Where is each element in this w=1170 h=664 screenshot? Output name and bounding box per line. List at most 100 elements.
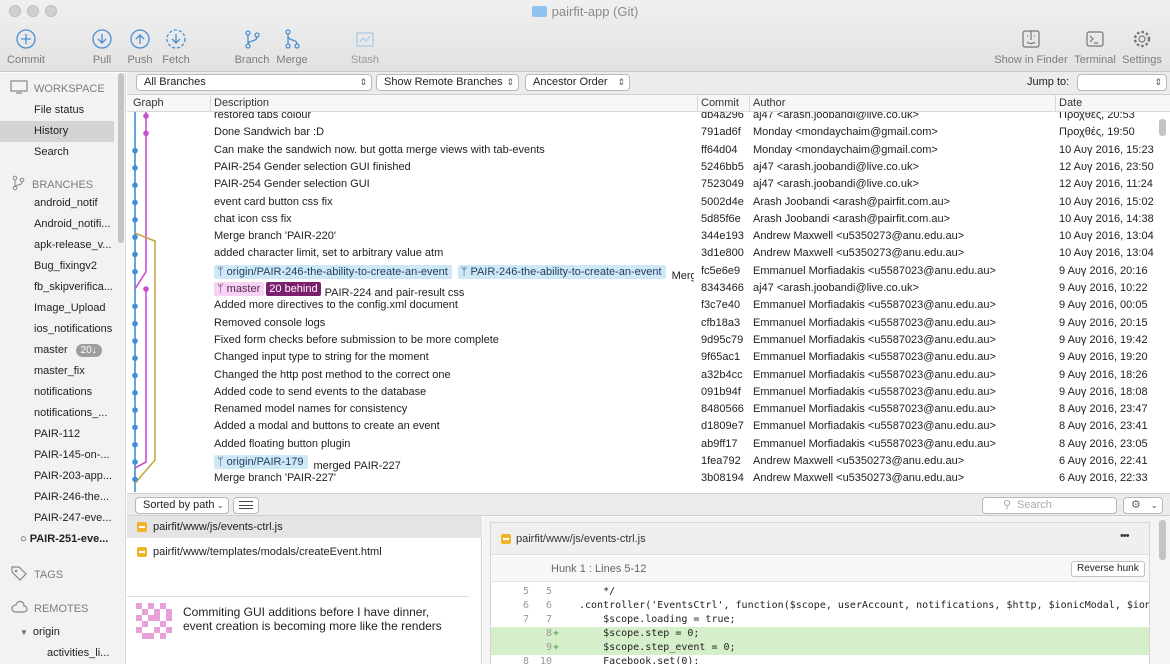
commit-date: 10 Αυγ 2016, 15:02 <box>1059 195 1154 208</box>
sidebar-item-file-status[interactable]: File status <box>34 104 118 116</box>
branch-filter-select[interactable]: All Branches ⇕ <box>136 74 372 91</box>
commit-row[interactable]: Added code to send events to the databas… <box>127 384 1157 401</box>
diff-context-line[interactable]: 8 10 Facebook.set(0); <box>491 655 1149 664</box>
sidebar-branch-item[interactable]: android_notif <box>34 197 118 209</box>
actions-menu-button[interactable]: ⚙ ⌄ <box>1123 497 1163 514</box>
commit-button[interactable]: Commit <box>6 27 46 66</box>
commit-row[interactable]: added character limit, set to arbitrary … <box>127 245 1157 262</box>
sidebar-item-search[interactable]: Search <box>34 146 118 158</box>
sidebar-branch-item[interactable]: ○ PAIR-251-eve... <box>20 533 116 545</box>
commit-row[interactable]: Added more directives to the config.xml … <box>127 297 1157 314</box>
sidebar-branch-item[interactable]: notifications <box>34 386 118 398</box>
commit-row[interactable]: Merge branch 'PAIR-227' 3b08194 Andrew Max… <box>127 470 1157 487</box>
sidebar-branch-item[interactable]: PAIR-145-on-... <box>34 449 118 461</box>
commit-row[interactable]: restored tabs colour db4a296 aj47 <arash.j… <box>127 112 1157 124</box>
commit-row[interactable]: Removed console logs cfb18a3 Emmanuel Morf… <box>127 315 1157 332</box>
commit-hash: db4a296 <box>701 112 744 121</box>
jump-to-select[interactable]: ⇕ <box>1077 74 1167 91</box>
reverse-hunk-button[interactable]: Reverse hunk <box>1071 561 1145 577</box>
stash-button[interactable]: Stash <box>346 27 384 66</box>
branch-button[interactable]: Branch <box>232 27 272 66</box>
commit-row[interactable]: ᛘ origin/PAIR-179 merged PAIR-227 1fea792 A… <box>127 453 1157 472</box>
commit-row[interactable]: Added a modal and buttons to create an e… <box>127 418 1157 435</box>
commit-row[interactable]: chat icon css fix 5d85f6e Arash Joobandi <… <box>127 211 1157 228</box>
sidebar-item-history[interactable]: History <box>0 121 114 142</box>
commit-row[interactable]: ᛘ master 20 behind PAIR-224 and pair-resul… <box>127 280 1157 299</box>
workspace-section[interactable]: WORKSPACE <box>10 80 105 97</box>
commit-header[interactable]: Commit <box>701 97 739 109</box>
sidebar-branch-item[interactable]: notifications_... <box>34 407 118 419</box>
sidebar-branch-item[interactable]: Android_notifi... <box>34 218 118 230</box>
sidebar-branch-item[interactable]: PAIR-247-eve... <box>34 512 118 524</box>
author-header[interactable]: Author <box>753 97 785 109</box>
sidebar-branch-item[interactable]: apk-release_v... <box>34 239 118 251</box>
sidebar-scrollbar[interactable] <box>118 73 124 243</box>
commit-hash: 5246bb5 <box>701 160 744 173</box>
show-in-finder-button[interactable]: Show in Finder <box>994 27 1068 66</box>
tags-section[interactable]: TAGS <box>10 565 63 584</box>
commit-row[interactable]: Renamed model names for consistency 84805… <box>127 401 1157 418</box>
sidebar-branch-item[interactable]: ios_notifications <box>34 323 118 335</box>
list-view-button[interactable] <box>233 497 259 514</box>
commit-row[interactable]: Merge branch 'PAIR-220' 344e193 Andrew Max… <box>127 228 1157 245</box>
diff-added-line[interactable]: 9 + $scope.step_event = 0; <box>491 641 1149 655</box>
remote-branch-item[interactable]: activities_li... <box>47 647 113 659</box>
commit-row[interactable]: Changed the http post method to the corr… <box>127 367 1157 384</box>
remote-origin[interactable]: ▼ origin <box>20 626 104 638</box>
push-button[interactable]: Push <box>124 27 156 66</box>
sort-select[interactable]: Sorted by path ⌄ <box>135 497 229 514</box>
settings-button[interactable]: Settings <box>1120 27 1164 66</box>
commit-list-scrollbar[interactable] <box>1159 119 1166 136</box>
commit-row[interactable]: PAIR-254 Gender selection GUI finished 52… <box>127 159 1157 176</box>
sidebar-branch-item[interactable]: PAIR-246-the... <box>34 491 118 503</box>
branch-icon <box>10 175 26 194</box>
search-input[interactable]: ⚲ Search <box>982 497 1117 514</box>
more-options-button[interactable]: ••• <box>1120 530 1130 542</box>
behind-badge: 20 behind <box>266 282 321 296</box>
file-row-selected[interactable]: pairfit/www/js/events-ctrl.js <box>127 516 482 538</box>
commit-author: Andrew Maxwell <u5350273@anu.edu.au> <box>753 472 965 485</box>
branches-section[interactable]: BRANCHES <box>10 175 93 194</box>
commit-row[interactable]: ᛘ origin/PAIR-246-the-ability-to-create-… <box>127 263 1157 282</box>
merge-icon <box>274 27 310 51</box>
commit-row[interactable]: Fixed form checks before submission to b… <box>127 332 1157 349</box>
merge-button[interactable]: Merge <box>274 27 310 66</box>
fetch-button[interactable]: Fetch <box>158 27 194 66</box>
commit-date: Προχθές, 20:53 <box>1059 112 1135 121</box>
sidebar-branch-item[interactable]: Image_Upload <box>34 302 118 314</box>
remotes-section[interactable]: REMOTES <box>10 600 88 617</box>
sidebar-branch-item[interactable]: master 20↓ <box>34 344 118 357</box>
sidebar-branch-item[interactable]: Bug_fixingv2 <box>34 260 118 272</box>
terminal-button[interactable]: Terminal <box>1072 27 1118 66</box>
date-header[interactable]: Date <box>1059 97 1082 109</box>
diff-context-line[interactable]: 6 6 .controller('EventsCtrl', function($sc… <box>491 599 1149 613</box>
diff-scrollbar[interactable] <box>1159 520 1166 560</box>
commit-row[interactable]: Changed input type to string for the mom… <box>127 349 1157 366</box>
commit-node <box>132 338 138 344</box>
sidebar-branch-item[interactable]: master_fix <box>34 365 118 377</box>
remote-branches-select[interactable]: Show Remote Branches ⇕ <box>376 74 519 91</box>
sidebar-branch-item[interactable]: PAIR-203-app... <box>34 470 118 482</box>
sidebar-branch-item[interactable]: PAIR-112 <box>34 428 118 440</box>
commit-row[interactable]: Added floating button plugin ab9ff17 Emman… <box>127 436 1157 453</box>
pull-button[interactable]: Pull <box>84 27 120 66</box>
diff-added-line[interactable]: 8 + $scope.step = 0; <box>491 627 1149 641</box>
sidebar-branch-item[interactable]: fb_skipverifica... <box>34 281 118 293</box>
commit-row[interactable]: Done Sandwich bar :D 791ad6f Monday <monda… <box>127 124 1157 141</box>
description-header[interactable]: Description <box>214 97 269 109</box>
commit-row[interactable]: event card button css fix 5002d4e Arash Jo… <box>127 194 1157 211</box>
commit-author: Emmanuel Morfiadakis <u5587023@anu.edu.a… <box>753 368 996 381</box>
commit-hash: 8343466 <box>701 282 744 294</box>
commit-date: 9 Αυγ 2016, 18:26 <box>1059 368 1148 381</box>
diff-context-line[interactable]: 77 $scope.loading = true; <box>491 613 1149 627</box>
diff-context-line[interactable]: 55 */ <box>491 585 1149 599</box>
graph-header[interactable]: Graph <box>133 97 164 109</box>
commit-hash: f3c7e40 <box>701 299 741 312</box>
file-row[interactable]: pairfit/www/templates/modals/createEvent… <box>127 541 482 563</box>
file-list-toolbar: Sorted by path ⌄ ⚲ Search ⚙ ⌄ <box>127 493 1170 516</box>
commit-row[interactable]: PAIR-254 Gender selection GUI 7523049 aj47… <box>127 176 1157 193</box>
order-select[interactable]: Ancestor Order ⇕ <box>525 74 630 91</box>
commit-row[interactable]: Can make the sandwich now. but gotta mer… <box>127 142 1157 159</box>
commit-node <box>132 182 138 188</box>
commit-node <box>132 407 138 413</box>
